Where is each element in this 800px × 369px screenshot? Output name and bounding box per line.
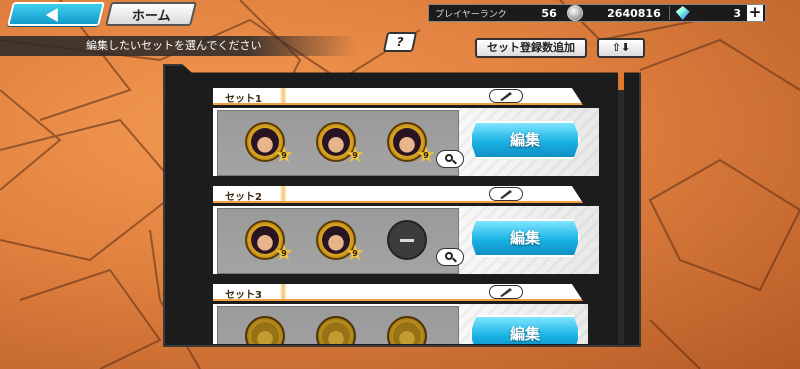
back-button[interactable] <box>7 2 105 26</box>
character-face-icon <box>393 322 421 344</box>
edit-set-button[interactable]: 編集 <box>470 219 580 257</box>
set-label-tab <box>213 88 583 105</box>
instruction-text: 編集したいセットを選んでください <box>0 36 356 56</box>
back-arrow-icon <box>45 8 58 22</box>
status-bar: プレイヤーランク 56 2640816 3 + <box>428 4 766 22</box>
rename-set-button[interactable] <box>489 285 523 299</box>
set-label-tab <box>213 186 583 203</box>
coin-count: 2640816 <box>607 6 661 20</box>
edit-set-button[interactable]: 編集 <box>470 121 580 159</box>
character-portrait[interactable] <box>316 122 356 162</box>
sort-button[interactable]: ⇧⬇ <box>597 38 645 58</box>
buy-gems-button[interactable]: + <box>747 5 763 21</box>
add-set-slots-button[interactable]: セット登録数追加 <box>475 38 587 58</box>
magnifier-handle <box>452 257 457 263</box>
character-portrait[interactable] <box>245 220 285 260</box>
pencil-icon <box>500 190 512 199</box>
home-button-label: ホーム <box>131 8 171 24</box>
gem-count: 3 <box>733 6 741 20</box>
set-label: セット2 <box>225 192 262 203</box>
magnifier-handle <box>452 159 457 165</box>
character-face-icon <box>322 226 350 254</box>
character-portrait[interactable] <box>316 220 356 260</box>
rename-set-button[interactable] <box>489 89 523 103</box>
character-face-icon <box>251 226 279 254</box>
scrollbar-track[interactable] <box>618 72 624 344</box>
set-label: セット3 <box>225 290 262 301</box>
character-face-icon <box>393 128 421 156</box>
help-button[interactable]: ? <box>382 32 418 52</box>
pencil-icon <box>500 92 512 101</box>
character-face-icon <box>322 322 350 344</box>
set-card: セット3 編集 <box>213 284 588 344</box>
character-portrait[interactable] <box>387 122 427 162</box>
player-rank-label: プレイヤーランク <box>435 9 507 20</box>
character-portrait[interactable] <box>245 122 285 162</box>
view-details-button[interactable] <box>436 150 464 168</box>
gem-icon <box>675 6 690 20</box>
edit-set-button[interactable]: 編集 <box>470 315 580 344</box>
home-button[interactable]: ホーム <box>105 2 197 26</box>
player-rank-value: 56 <box>541 6 557 20</box>
character-face-icon <box>251 322 279 344</box>
scrollbar-thumb[interactable] <box>618 72 624 90</box>
status-divider <box>668 6 670 20</box>
set-card: セット2 9 9 編集 <box>213 186 599 274</box>
character-face-icon <box>251 128 279 156</box>
empty-slot[interactable] <box>387 220 427 260</box>
set-label: セット1 <box>225 94 262 105</box>
pencil-icon <box>500 288 512 297</box>
coin-icon <box>566 5 583 21</box>
view-details-button[interactable] <box>436 248 464 266</box>
set-card: セット1 9 9 9 編集 <box>213 88 599 176</box>
rename-set-button[interactable] <box>489 187 523 201</box>
character-face-icon <box>322 128 350 156</box>
set-label-tab <box>213 284 583 301</box>
